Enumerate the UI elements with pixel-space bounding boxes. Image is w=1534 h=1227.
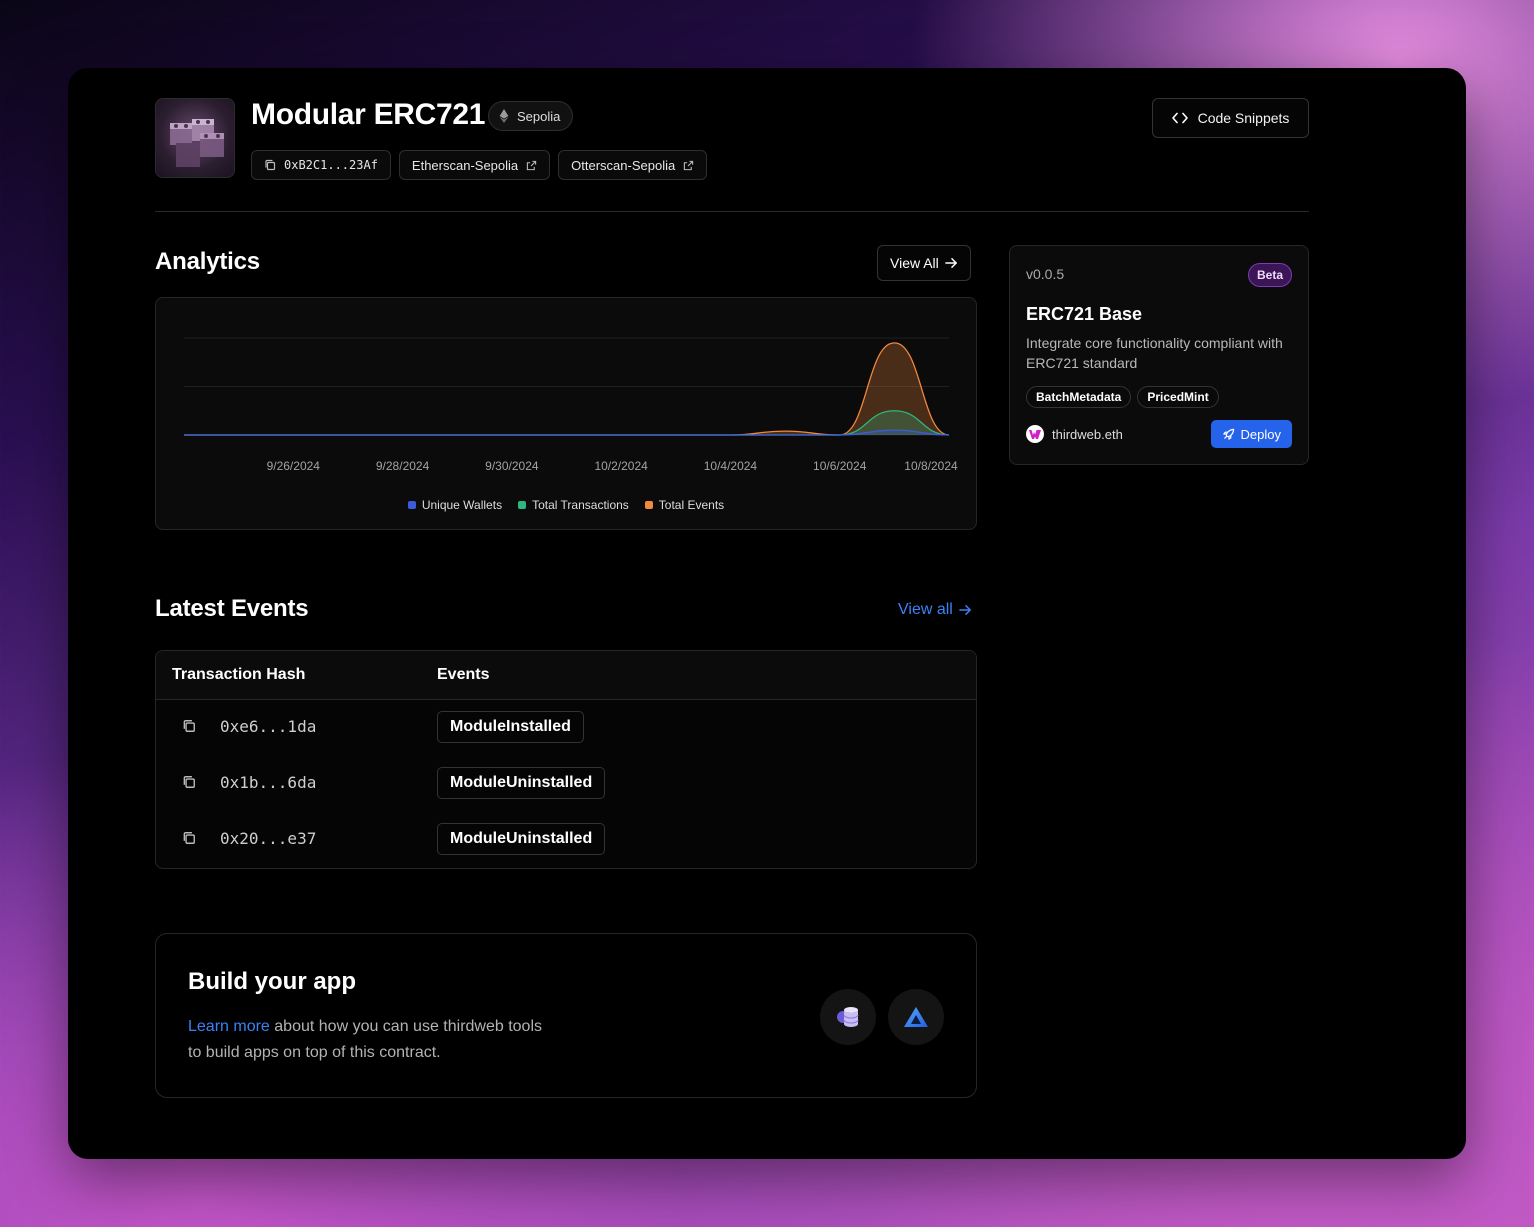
contract-window: Modular ERC721 Sepolia 0xB2C1...23Af Eth… [68,68,1466,1159]
contract-address: 0xB2C1...23Af [284,158,378,172]
module-name: ERC721 Base [1026,304,1143,324]
contract-header: Modular ERC721 Sepolia 0xB2C1...23Af Eth… [155,98,1309,212]
chart-legend: Unique Wallets Total Transactions Total … [156,498,976,512]
thirdweb-logo-icon [1026,425,1044,443]
x-tick-label: 10/6/2024 [813,459,867,473]
event-badge: ModuleUninstalled [437,823,606,855]
events-table: Transaction Hash Events 0xe6...1da Modul… [155,650,977,869]
chart-area-total-transactions [184,410,949,435]
module-version: v0.0.5 [1026,266,1065,282]
x-tick-label: 10/4/2024 [704,459,758,473]
deploy-label: Deploy [1240,426,1281,442]
etherscan-link[interactable]: Etherscan-Sepolia [398,150,551,180]
module-tag: BatchMetadata [1026,386,1132,408]
chart-area-total-events [184,342,949,435]
legend-item-total-events[interactable]: Total Events [644,498,725,512]
table-row: 0x20...e37 ModuleUninstalled [156,812,976,868]
analytics-chart-svg: 9/26/2024 9/28/2024 9/30/2024 10/2/2024 10/4… [183,337,958,473]
build-app-title: Build your app [188,968,356,995]
copy-address-button[interactable]: 0xB2C1...23Af [251,150,391,180]
build-app-text: Learn more about how you can use thirdwe… [188,1014,548,1066]
transaction-hash[interactable]: 0x1b...6da [220,773,316,792]
event-badge: ModuleUninstalled [437,767,606,799]
contract-thumbnail [155,98,235,178]
arrow-right-icon [944,258,957,268]
external-link-icon [684,160,694,170]
legend-swatch [644,501,653,509]
otterscan-link[interactable]: Otterscan-Sepolia [558,150,708,180]
chain-name: Sepolia [517,108,561,124]
legend-label: Unique Wallets [421,498,503,512]
code-snippets-label: Code Snippets [1197,110,1290,126]
copy-icon [265,159,276,171]
events-table-header: Transaction Hash Events [156,651,976,700]
module-description: Integrate core functionality compliant w… [1026,335,1283,371]
transaction-hash[interactable]: 0x20...e37 [220,829,316,848]
legend-item-unique-wallets[interactable]: Unique Wallets [407,498,503,512]
code-snippets-button[interactable]: Code Snippets [1152,98,1309,138]
legend-label: Total Events [658,498,725,512]
chart-line-total-events [183,342,950,436]
module-card[interactable]: v0.0.5 Beta ERC721 Base Integrate core f… [1009,245,1309,465]
event-badge: ModuleInstalled [437,711,584,743]
analytics-title: Analytics [155,248,260,275]
arrow-right-icon [959,605,971,615]
external-link-icon [526,160,537,170]
contract-title: Modular ERC721 [251,98,486,131]
otterscan-label: Otterscan-Sepolia [571,157,676,173]
events-view-all-link[interactable]: View all [898,601,972,619]
latest-events-title: Latest Events [155,595,309,622]
rocket-icon [1222,428,1234,440]
etherscan-label: Etherscan-Sepolia [411,157,519,173]
legend-label: Total Transactions [532,498,629,512]
x-tick-label: 9/26/2024 [267,459,321,473]
author-name: thirdweb.eth [1052,426,1123,442]
transaction-hash[interactable]: 0xe6...1da [220,717,316,736]
x-tick-label: 10/2/2024 [594,459,648,473]
legend-swatch [518,501,527,509]
x-tick-label: 9/30/2024 [485,459,539,473]
engine-icon[interactable] [820,989,876,1045]
ethereum-icon [499,109,509,123]
chain-badge[interactable]: Sepolia [488,101,574,131]
view-all-label: View All [890,255,939,271]
build-app-card: Build your app Learn more about how you … [155,933,977,1098]
column-header: Events [437,666,490,683]
module-tag: PricedMint [1137,386,1219,408]
x-tick-label: 9/28/2024 [376,459,430,473]
analytics-chart: 9/26/2024 9/28/2024 9/30/2024 10/2/2024 10/4… [155,297,977,530]
sdk-triangle-icon[interactable] [888,989,944,1045]
copy-icon[interactable] [182,831,196,845]
x-tick-label: 10/8/2024 [904,459,958,473]
table-row: 0xe6...1da ModuleInstalled [156,700,976,756]
deploy-button[interactable]: Deploy [1210,420,1292,448]
analytics-view-all-button[interactable]: View All [877,245,971,281]
legend-item-total-transactions[interactable]: Total Transactions [518,498,629,512]
copy-icon[interactable] [182,775,196,789]
learn-more-link[interactable]: Learn more [188,1018,270,1035]
copy-icon[interactable] [182,719,196,733]
table-row: 0x1b...6da ModuleUninstalled [156,756,976,812]
view-all-label: View all [898,601,953,618]
module-author[interactable]: thirdweb.eth [1026,425,1123,443]
code-icon [1171,112,1188,124]
column-header: Transaction Hash [172,666,306,683]
legend-swatch [407,501,416,509]
beta-badge: Beta [1247,263,1292,287]
chart-line-total-transactions [183,410,950,436]
